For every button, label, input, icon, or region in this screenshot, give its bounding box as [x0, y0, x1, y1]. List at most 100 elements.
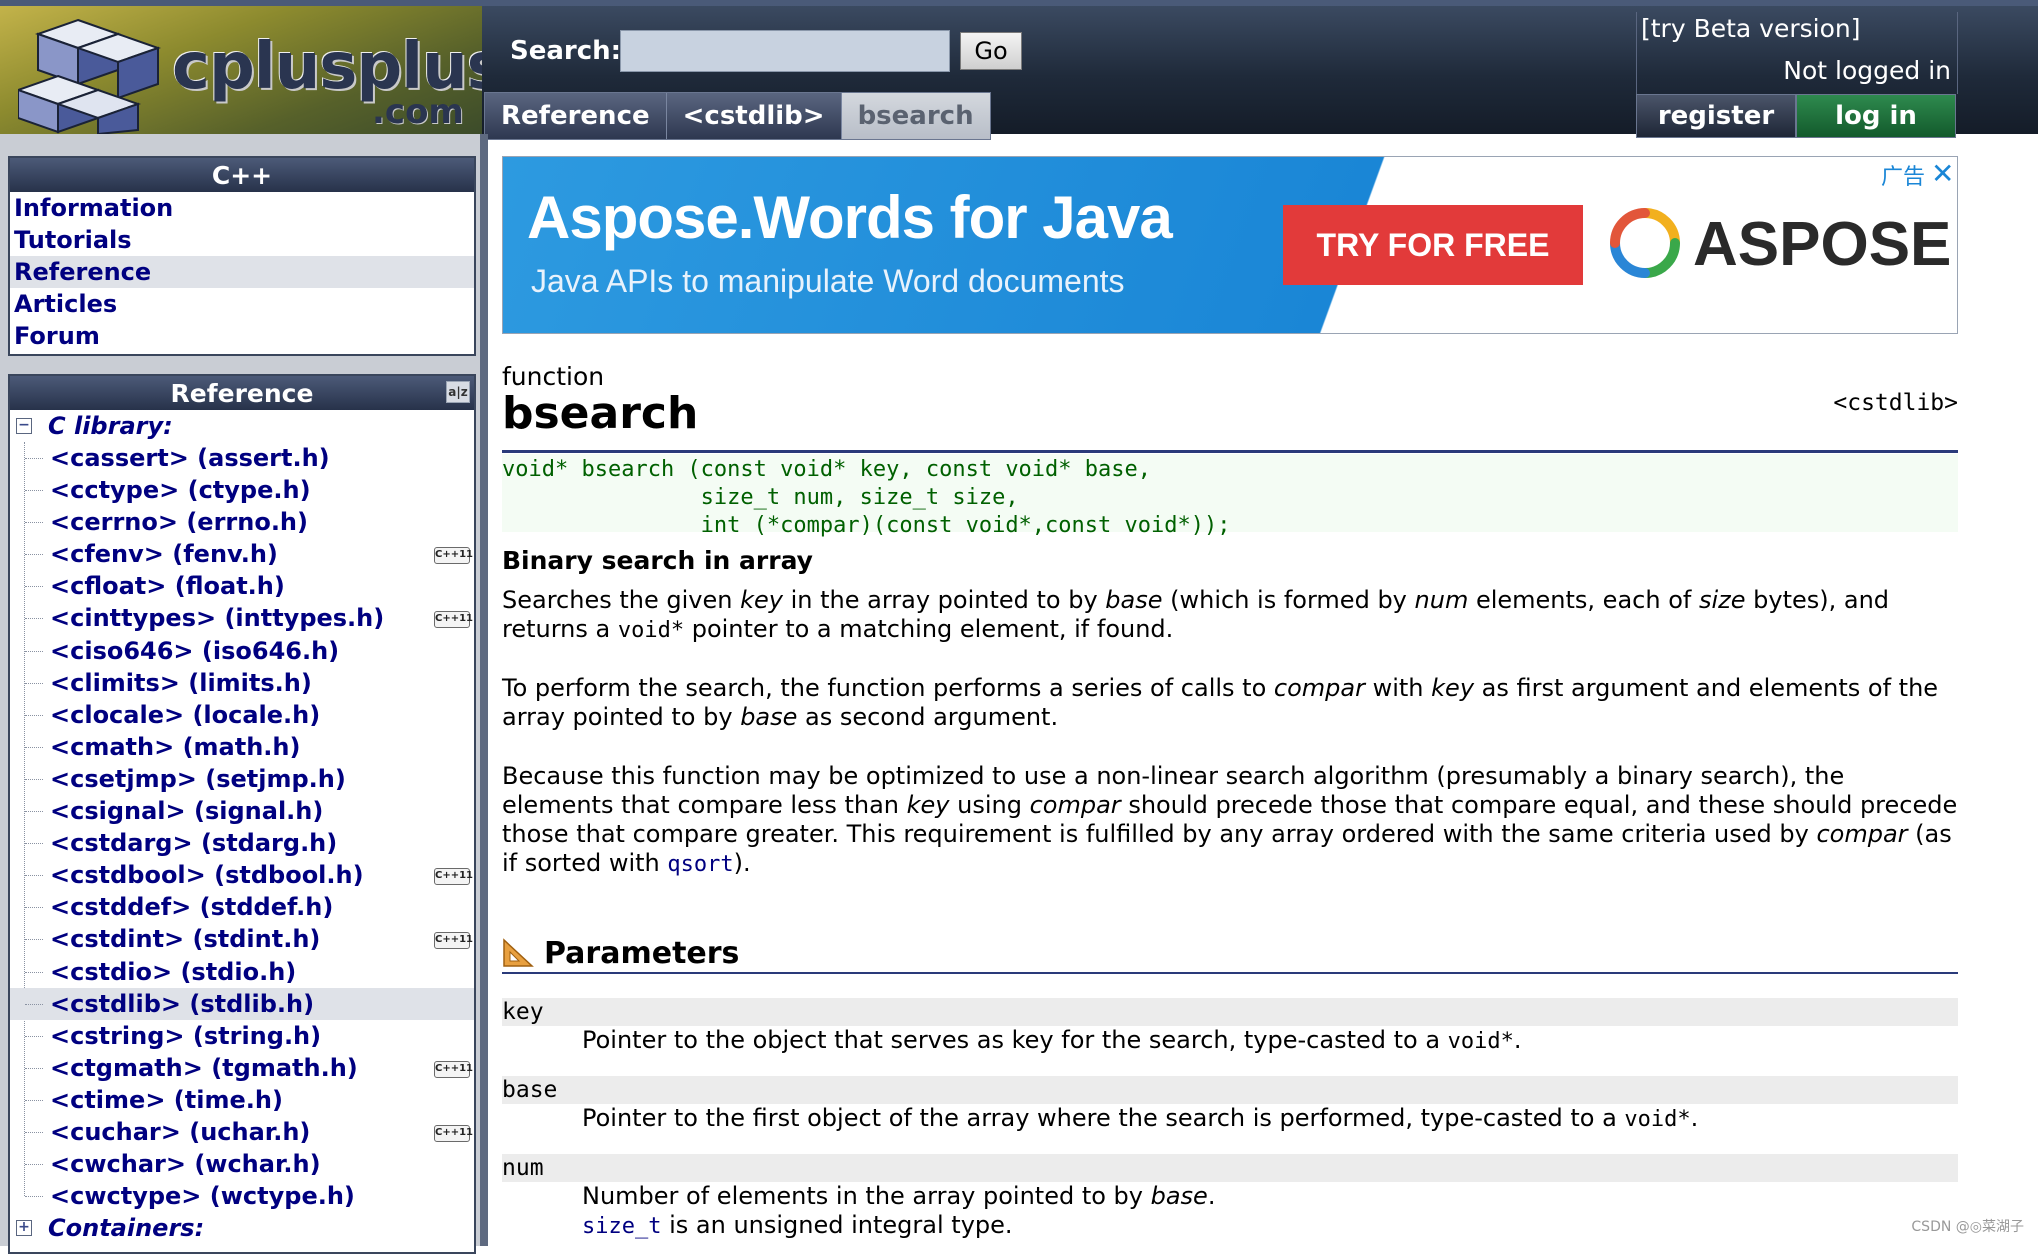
reference-nav-title-label: Reference [170, 378, 314, 408]
tree-item[interactable]: <cassert> (assert.h) [10, 442, 474, 474]
tree-item-label: <ciso646> (iso646.h) [50, 636, 340, 665]
param-key-description: Pointer to the object that serves as key… [582, 1026, 1522, 1054]
search-input[interactable] [620, 30, 950, 72]
cpp11-badge-icon: C++11 [434, 868, 473, 886]
tree-item-label: <cstdio> (stdio.h) [50, 957, 297, 986]
tree-item-label: <ctime> (time.h) [50, 1085, 283, 1114]
breadcrumb: Reference <cstdlib> bsearch [484, 92, 991, 140]
tree-item-label: <cuchar> (uchar.h) [50, 1117, 311, 1146]
tree-item[interactable]: <cstring> (string.h) [10, 1020, 474, 1052]
param-base-name: base [502, 1076, 1958, 1104]
tree-item-label: <cwctype> (wctype.h) [50, 1182, 355, 1211]
tree-item[interactable]: <cstdarg> (stdarg.h) [10, 827, 474, 859]
tree-item[interactable]: <cerrno> (errno.h) [10, 506, 474, 538]
ad-label: 广告 [1881, 165, 1926, 190]
tree-item-label: <climits> (limits.h) [50, 668, 312, 697]
reference-nav-box: Reference a|z − C library: <cassert> (as… [8, 374, 476, 1254]
tree-item-label: <csignal> (signal.h) [50, 797, 324, 826]
tree-item[interactable]: <cinttypes> (inttypes.h) C++11 [10, 602, 474, 634]
ad-close-icon[interactable]: ✕ [1931, 157, 1954, 190]
ad-banner[interactable]: Aspose.Words for Java Java APIs to manip… [502, 156, 1958, 334]
page-title: bsearch [502, 388, 699, 439]
sidebar-item-forum[interactable]: Forum [10, 320, 474, 352]
account-box: [try Beta version] Not logged in [1636, 12, 1958, 94]
tree-item-label: <csetjmp> (setjmp.h) [50, 764, 346, 793]
tree-item-label: <cinttypes> (inttypes.h) [50, 604, 385, 633]
cpp11-badge-icon: C++11 [434, 547, 473, 565]
tree-item[interactable]: <cwctype> (wctype.h) [10, 1180, 474, 1212]
logo-domain: .com [372, 92, 464, 132]
logo-cubes-icon [18, 18, 162, 134]
description-paragraph-1: Searches the given key in the array poin… [502, 586, 1890, 643]
tree-item[interactable]: <cstddef> (stddef.h) [10, 891, 474, 923]
description-paragraph-3: Because this function may be optimized t… [502, 762, 1958, 877]
sidebar-item-tutorials[interactable]: Tutorials [10, 224, 474, 256]
tree-item-label: <cstdarg> (stdarg.h) [50, 829, 338, 858]
tree-item-label: <cstring> (string.h) [50, 1021, 322, 1050]
sidebar-item-reference[interactable]: Reference [10, 256, 474, 288]
size-t-link[interactable]: size_t [582, 1214, 661, 1239]
breadcrumb-cstdlib[interactable]: <cstdlib> [667, 93, 842, 139]
tree-item[interactable]: <cstdio> (stdio.h) [10, 956, 474, 988]
cpp-nav-title: C++ [10, 158, 474, 192]
sidebar-item-information[interactable]: Information [10, 192, 474, 224]
entity-kind: function [502, 362, 605, 391]
tree-item[interactable]: <ctgmath> (tgmath.h) C++11 [10, 1052, 474, 1084]
cpp-nav-list: Information Tutorials Reference Articles For… [10, 192, 474, 352]
tree-item[interactable]: <cstdbool> (stdbool.h) C++11 [10, 859, 474, 891]
sidebar-item-articles[interactable]: Articles [10, 288, 474, 320]
site-header: cplusplus .com Search: Go Reference <cst… [0, 0, 2038, 140]
qsort-link[interactable]: qsort [667, 852, 733, 877]
sidebar: C++ Information Tutorials Reference Article… [0, 134, 488, 1254]
site-logo[interactable]: cplusplus .com [0, 6, 482, 140]
set-square-icon [503, 938, 534, 967]
cpp11-badge-icon: C++11 [434, 611, 473, 629]
tree-item[interactable]: <cctype> (ctype.h) [10, 474, 474, 506]
tree-item-label: <cfenv> (fenv.h) [50, 540, 278, 569]
tree-c-library[interactable]: − C library: [10, 410, 474, 442]
tree-containers[interactable]: + Containers: [10, 1212, 474, 1244]
tree-item-label: <cassert> (assert.h) [50, 444, 330, 472]
login-button[interactable]: log in [1796, 94, 1956, 138]
param-num-description: Number of elements in the array pointed … [582, 1182, 1216, 1239]
ad-title: Aspose.Words for Java [527, 184, 1173, 251]
tree-item-label: <cerrno> (errno.h) [50, 508, 308, 537]
expand-icon[interactable]: + [16, 1220, 32, 1237]
ad-subtitle: Java APIs to manipulate Word documents [531, 263, 1125, 299]
main-content: Aspose.Words for Java Java APIs to manip… [502, 134, 1958, 1246]
tree-item[interactable]: <cmath> (math.h) [10, 731, 474, 763]
title-divider [502, 450, 1958, 453]
breadcrumb-bsearch[interactable]: bsearch [841, 93, 990, 139]
tree-item-label: <cstdlib> (stdlib.h) [50, 989, 315, 1018]
tree-item[interactable]: <csignal> (signal.h) [10, 795, 474, 827]
parameters-title: Parameters [544, 936, 740, 971]
breadcrumb-reference[interactable]: Reference [485, 93, 667, 139]
description-paragraph-2: To perform the search, the function perf… [502, 674, 1939, 731]
param-base-description: Pointer to the first object of the array… [582, 1104, 1699, 1132]
aspose-logo-icon [1610, 208, 1680, 278]
tree-item[interactable]: <cstdint> (stdint.h) C++11 [10, 923, 474, 955]
go-button[interactable]: Go [960, 32, 1022, 70]
ad-brand: ASPOSE [1693, 210, 1952, 279]
register-button[interactable]: register [1636, 94, 1796, 138]
tree-item[interactable]: <cfloat> (float.h) [10, 570, 474, 602]
ad-try-free-button[interactable]: TRY FOR FREE [1283, 205, 1583, 285]
tree-item[interactable]: <cuchar> (uchar.h) C++11 [10, 1116, 474, 1148]
tree-item[interactable]: <cwchar> (wchar.h) [10, 1148, 474, 1180]
tree-item-label: <cstdint> (stdint.h) [50, 925, 321, 954]
swap-view-icon[interactable]: a|z [446, 381, 470, 403]
tree-item[interactable]: <ctime> (time.h) [10, 1084, 474, 1116]
tree-item[interactable]: <clocale> (locale.h) [10, 699, 474, 731]
tree-item[interactable]: <ciso646> (iso646.h) [10, 635, 474, 667]
tree-item[interactable]: <cstdlib> (stdlib.h) [10, 987, 474, 1020]
cpp11-badge-icon: C++11 [434, 1060, 473, 1078]
tree-item-label: <clocale> (locale.h) [50, 700, 321, 729]
tree-item[interactable]: <climits> (limits.h) [10, 667, 474, 699]
header-reference: <cstdlib> [1833, 390, 1958, 416]
tree-item[interactable]: <csetjmp> (setjmp.h) [10, 763, 474, 795]
try-beta-link[interactable]: [try Beta version] [1641, 14, 1861, 43]
collapse-icon[interactable]: − [16, 418, 32, 434]
tree-item[interactable]: <cfenv> (fenv.h) C++11 [10, 538, 474, 570]
brief-description: Binary search in array [502, 546, 813, 575]
tree-item-label: <cwchar> (wchar.h) [50, 1150, 321, 1179]
